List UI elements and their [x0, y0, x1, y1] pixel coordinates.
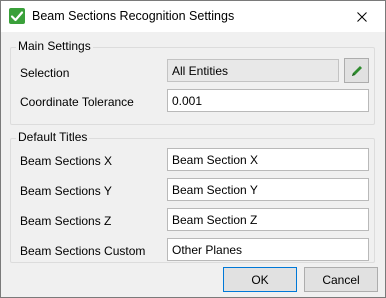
ok-button[interactable]: OK	[223, 267, 297, 292]
beam-sections-custom-label: Beam Sections Custom	[20, 244, 146, 258]
window-title: Beam Sections Recognition Settings	[32, 9, 235, 23]
beam-sections-x-input[interactable]: Beam Section X	[167, 148, 369, 171]
dialog-window: Beam Sections Recognition Settings Main …	[0, 0, 386, 298]
beam-sections-x-label: Beam Sections X	[20, 154, 113, 168]
selection-field: All Entities	[167, 59, 339, 82]
title-bar: Beam Sections Recognition Settings	[1, 1, 385, 32]
pencil-icon	[351, 65, 362, 76]
close-icon	[357, 11, 367, 22]
pick-selection-button[interactable]	[344, 58, 369, 83]
selection-label: Selection	[20, 66, 70, 80]
tolerance-label: Coordinate Tolerance	[20, 95, 134, 109]
main-settings-legend: Main Settings	[16, 39, 93, 53]
beam-sections-y-label: Beam Sections Y	[20, 184, 112, 198]
beam-sections-z-label: Beam Sections Z	[20, 214, 112, 228]
beam-sections-y-input[interactable]: Beam Section Y	[167, 178, 369, 201]
cancel-button[interactable]: Cancel	[304, 267, 378, 292]
beam-sections-z-input[interactable]: Beam Section Z	[167, 208, 369, 231]
close-button[interactable]	[339, 1, 385, 32]
tolerance-input[interactable]: 0.001	[167, 89, 369, 112]
beam-sections-custom-input[interactable]: Other Planes	[167, 238, 369, 261]
checkmark-icon	[9, 8, 25, 24]
default-titles-legend: Default Titles	[16, 130, 90, 144]
